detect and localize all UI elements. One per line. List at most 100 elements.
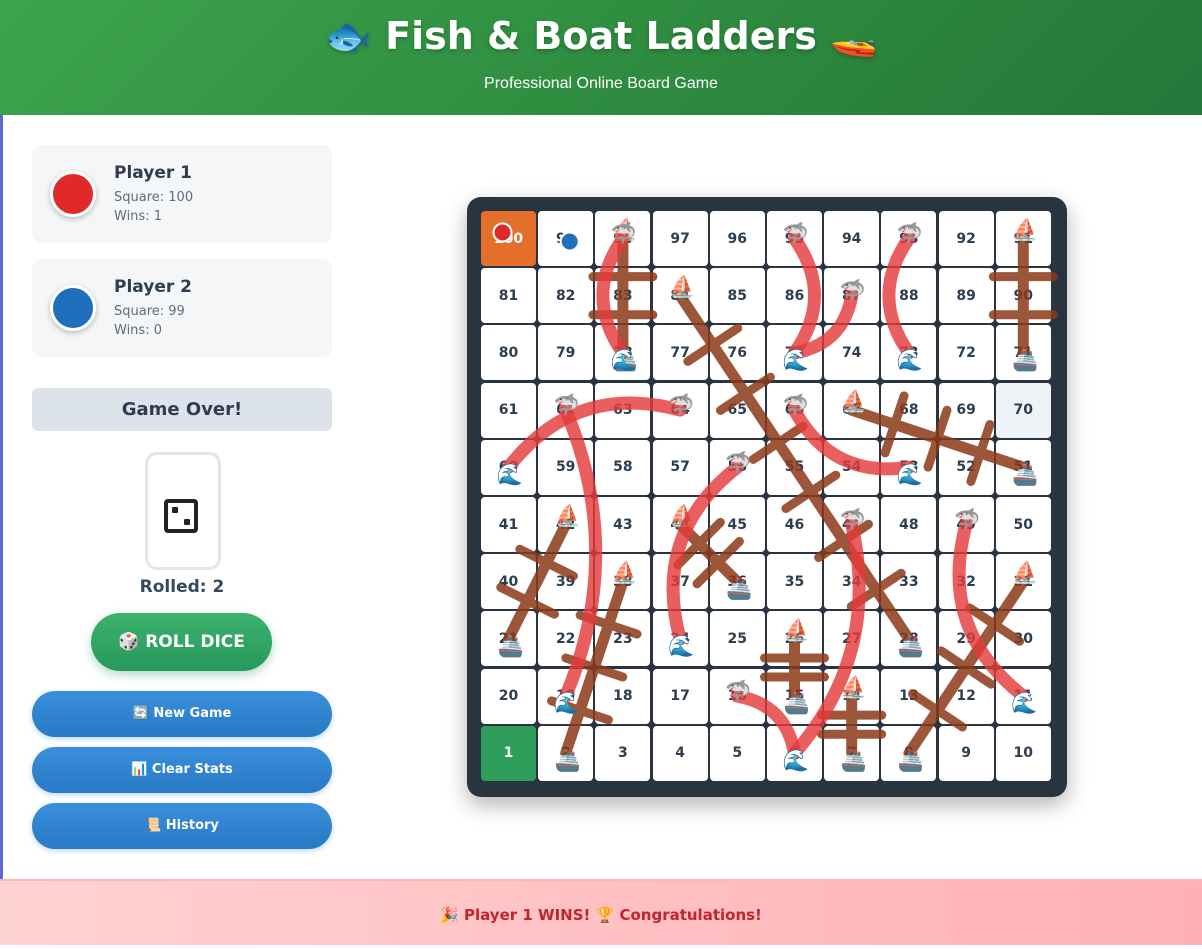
board-cell-56: 56 bbox=[709, 439, 765, 495]
board-cell-22: 22 bbox=[538, 611, 594, 667]
dice-face-icon bbox=[164, 499, 198, 533]
board-cell-9: 9 bbox=[938, 725, 994, 781]
board-cell-65: 65 bbox=[709, 382, 765, 438]
player-1-square: Square: 100 bbox=[114, 190, 194, 205]
new-game-button[interactable]: 🔄 New Game bbox=[32, 691, 332, 737]
board-cell-1: 1 bbox=[481, 725, 536, 781]
board-cell-52: 52 bbox=[938, 439, 994, 495]
board-cell-68: 68 bbox=[881, 382, 937, 438]
board-cell-79: 79 bbox=[538, 325, 594, 381]
history-button[interactable]: 📜 History bbox=[32, 803, 332, 849]
game-status: Game Over! bbox=[32, 388, 332, 431]
board-cell-46: 46 bbox=[767, 497, 822, 552]
board-cell-4: 4 bbox=[652, 725, 708, 781]
board-cell-43: 43 bbox=[595, 497, 651, 552]
board-cell-45: 45 bbox=[709, 497, 765, 552]
board-cell-5: 5 bbox=[709, 725, 765, 781]
board-cell-76: 76 bbox=[709, 325, 765, 381]
app-subtitle: Professional Online Board Game bbox=[484, 75, 718, 92]
board-cell-49: 49 bbox=[938, 497, 994, 552]
board-cell-27: 27 bbox=[824, 611, 880, 667]
board-cell-25: 25 bbox=[709, 611, 765, 667]
board-cell-29: 29 bbox=[938, 611, 994, 667]
board-cell-36: 36 bbox=[709, 554, 765, 610]
board-cell-2: 2 bbox=[538, 725, 594, 781]
board-cell-71: 71 bbox=[995, 325, 1051, 381]
board-cell-62: 62 bbox=[538, 382, 594, 438]
board-cell-19: 19 bbox=[538, 668, 594, 724]
win-banner: 🎉 Player 1 WINS! 🏆 Congratulations! bbox=[0, 879, 1202, 945]
board-cell-72: 72 bbox=[938, 325, 994, 381]
board-cell-26: 26 bbox=[767, 611, 822, 667]
board-cell-6: 6 bbox=[767, 725, 822, 781]
board-cell-95: 95 bbox=[767, 211, 822, 266]
board-cell-20: 20 bbox=[481, 668, 536, 724]
board-cell-90: 90 bbox=[995, 268, 1051, 324]
board-cell-85: 85 bbox=[709, 268, 765, 324]
board-cell-57: 57 bbox=[652, 439, 708, 495]
board-cell-80: 80 bbox=[481, 325, 536, 381]
board-cell-17: 17 bbox=[652, 668, 708, 724]
board-cell-14: 14 bbox=[824, 668, 880, 724]
board-cell-18: 18 bbox=[595, 668, 651, 724]
player-2-square: Square: 99 bbox=[114, 304, 185, 319]
board-cell-78: 78 bbox=[595, 325, 651, 381]
player-2-name: Player 2 bbox=[114, 277, 192, 297]
board-cell-69: 69 bbox=[938, 382, 994, 438]
board-cell-64: 64 bbox=[652, 382, 708, 438]
board-cell-87: 87 bbox=[824, 268, 880, 324]
board-cell-54: 54 bbox=[824, 439, 880, 495]
roll-dice-button[interactable]: 🎲 ROLL DICE bbox=[91, 613, 272, 671]
board-grid: 1 2 3 4 5 6 7 8 9 10 11 12 13 14 15 16 17 18 19 20 21 22 23 24 2… bbox=[481, 211, 1053, 783]
board-cell-60: 60 bbox=[481, 439, 536, 495]
board-cell-61: 61 bbox=[481, 382, 536, 438]
clear-stats-button[interactable]: 📊 Clear Stats bbox=[32, 747, 332, 793]
board-cell-53: 53 bbox=[881, 439, 937, 495]
player-1-card: Player 1 Square: 100 Wins: 1 bbox=[32, 145, 332, 243]
board-cell-33: 33 bbox=[881, 554, 937, 610]
player-1-wins: Wins: 1 bbox=[114, 209, 162, 224]
board-cell-10: 10 bbox=[995, 725, 1051, 781]
board-cell-59: 59 bbox=[538, 439, 594, 495]
board-cell-51: 51 bbox=[995, 439, 1051, 495]
board-cell-13: 13 bbox=[881, 668, 937, 724]
board-cell-48: 48 bbox=[881, 497, 937, 552]
board-cell-23: 23 bbox=[595, 611, 651, 667]
app-title: 🐟 Fish & Boat Ladders 🚤 bbox=[324, 14, 878, 58]
player-1-token-icon bbox=[50, 171, 96, 217]
board-cell-47: 47 bbox=[824, 497, 880, 552]
board-cell-55: 55 bbox=[767, 439, 822, 495]
player-2-wins: Wins: 0 bbox=[114, 323, 162, 338]
rolled-value: Rolled: 2 bbox=[139, 577, 225, 597]
player-1-name: Player 1 bbox=[114, 163, 192, 183]
board-cell-94: 94 bbox=[824, 211, 880, 266]
board-cell-50: 50 bbox=[995, 497, 1051, 552]
board-cell-75: 75 bbox=[767, 325, 822, 381]
board-cell-84: 84 bbox=[652, 268, 708, 324]
board-cell-74: 74 bbox=[824, 325, 880, 381]
board-cell-16: 16 bbox=[709, 668, 765, 724]
board-cell-44: 44 bbox=[652, 497, 708, 552]
board-cell-41: 41 bbox=[481, 497, 536, 552]
board-cell-63: 63 bbox=[595, 382, 651, 438]
board-cell-7: 7 bbox=[824, 725, 880, 781]
board-cell-81: 81 bbox=[481, 268, 536, 324]
player-2-token-icon bbox=[50, 285, 96, 331]
board-cell-28: 28 bbox=[881, 611, 937, 667]
board-cell-8: 8 bbox=[881, 725, 937, 781]
board-cell-92: 92 bbox=[938, 211, 994, 266]
board-cell-96: 96 bbox=[709, 211, 765, 266]
dice bbox=[145, 452, 221, 570]
board-cell-40: 40 bbox=[481, 554, 536, 610]
board-cell-86: 86 bbox=[767, 268, 822, 324]
board-cell-11: 11 bbox=[995, 668, 1051, 724]
board-cell-3: 3 bbox=[595, 725, 651, 781]
board-cell-32: 32 bbox=[938, 554, 994, 610]
board-cell-89: 89 bbox=[938, 268, 994, 324]
board-cell-34: 34 bbox=[824, 554, 880, 610]
board-cell-67: 67 bbox=[824, 382, 880, 438]
board-cell-15: 15 bbox=[767, 668, 822, 724]
player-2-card: Player 2 Square: 99 Wins: 0 bbox=[32, 259, 332, 357]
board-cell-39: 39 bbox=[538, 554, 594, 610]
board-cell-35: 35 bbox=[767, 554, 822, 610]
